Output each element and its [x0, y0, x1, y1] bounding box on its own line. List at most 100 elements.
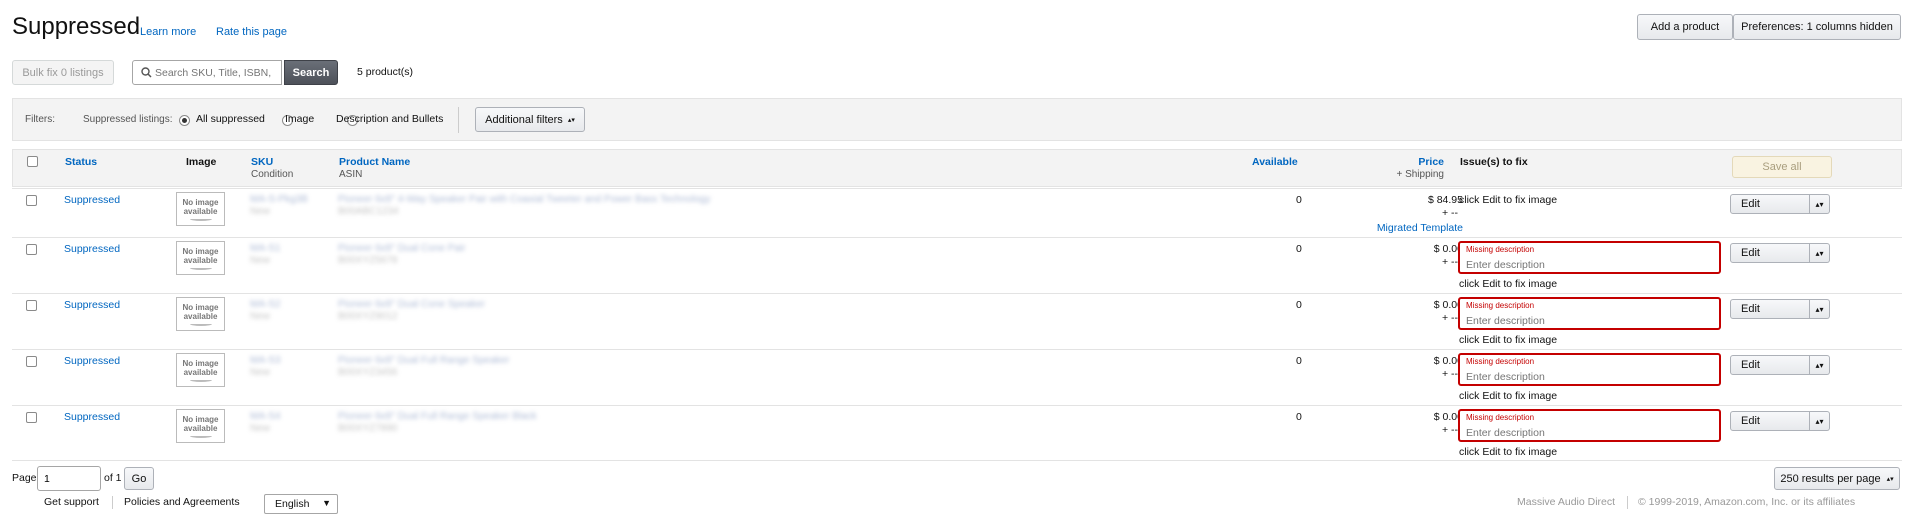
row-checkbox[interactable]	[26, 244, 37, 255]
sort-arrows-icon: ▴▾	[1815, 199, 1824, 209]
col-available[interactable]: Available	[1252, 156, 1298, 168]
col-product-name[interactable]: Product Name	[339, 156, 410, 168]
row-status-link[interactable]: Suppressed	[64, 243, 120, 255]
additional-filters-button[interactable]: Additional filters ▴▾	[475, 107, 585, 132]
col-condition: Condition	[251, 169, 294, 180]
row-status-link[interactable]: Suppressed	[64, 299, 120, 311]
language-select[interactable]: English ▼	[264, 494, 338, 514]
edit-button[interactable]: Edit	[1730, 243, 1810, 263]
sort-arrows-icon: ▴▾	[1815, 248, 1824, 258]
row-status-link[interactable]: Suppressed	[64, 194, 120, 206]
row-sku[interactable]: MA-S4	[250, 411, 281, 422]
row-edit-group: Edit ▴▾	[1730, 411, 1830, 431]
col-sku[interactable]: SKU	[251, 156, 273, 168]
row-checkbox[interactable]	[26, 195, 37, 206]
row-product-name[interactable]: Pioneer 6x9" 4-Way Speaker Pair with Coa…	[338, 194, 710, 205]
save-all-button[interactable]: Save all	[1732, 156, 1832, 178]
row-condition: New	[250, 311, 271, 322]
filters-divider	[458, 107, 459, 133]
policies-link[interactable]: Policies and Agreements	[124, 496, 240, 508]
get-support-link[interactable]: Get support	[44, 496, 99, 508]
missing-description-field[interactable]: Missing description	[1458, 409, 1721, 442]
row-edit-group: Edit ▴▾	[1730, 355, 1830, 375]
row-asin: B00XYZ9012	[338, 311, 398, 322]
col-shipping: + Shipping	[1396, 169, 1444, 180]
col-asin: ASIN	[339, 169, 363, 180]
search-button[interactable]: Search	[284, 60, 338, 85]
row-status-link[interactable]: Suppressed	[64, 411, 120, 423]
row-available: 0	[1296, 243, 1302, 255]
edit-button[interactable]: Edit	[1730, 355, 1810, 375]
row-edit-group: Edit ▴▾	[1730, 299, 1830, 319]
missing-description-field[interactable]: Missing description	[1458, 353, 1721, 386]
radio-description-bullets-label[interactable]: Description and Bullets	[336, 113, 443, 125]
sort-arrows-icon: ▴▾	[1815, 304, 1824, 314]
description-input[interactable]	[1466, 315, 1706, 327]
bulk-fix-button[interactable]: Bulk fix 0 listings	[12, 60, 114, 85]
row-product-name[interactable]: Pioneer 6x9" Dual Cone Speaker	[338, 299, 485, 310]
edit-menu-button[interactable]: ▴▾	[1810, 411, 1830, 431]
row-product-name[interactable]: Pioneer 6x9" Dual Cone Pair	[338, 243, 466, 254]
edit-button[interactable]: Edit	[1730, 411, 1810, 431]
edit-menu-button[interactable]: ▴▾	[1810, 243, 1830, 263]
row-checkbox[interactable]	[26, 412, 37, 423]
edit-button[interactable]: Edit	[1730, 299, 1810, 319]
description-input[interactable]	[1466, 371, 1706, 383]
row-issue: click Edit to fix image	[1459, 446, 1558, 458]
page-of-label: of 1	[104, 472, 122, 484]
select-all-checkbox[interactable]	[27, 156, 38, 167]
missing-description-label: Missing description	[1466, 301, 1535, 310]
table-row: Suppressed No image available MA-S1 New P…	[12, 237, 1902, 293]
radio-all-suppressed[interactable]	[179, 114, 190, 126]
learn-more-link[interactable]: Learn more	[140, 26, 196, 38]
no-image-placeholder: No image available	[176, 192, 225, 226]
missing-description-field[interactable]: Missing description	[1458, 297, 1721, 330]
description-input[interactable]	[1466, 427, 1706, 439]
radio-all-suppressed-label[interactable]: All suppressed	[196, 113, 265, 125]
description-input[interactable]	[1466, 259, 1706, 271]
seller-name: Massive Audio Direct	[1517, 496, 1616, 508]
row-sku[interactable]: MA-S-Pkg3B	[250, 194, 308, 205]
migrated-template-link[interactable]: Migrated Template	[1377, 222, 1463, 234]
radio-image-label[interactable]: Image	[285, 113, 314, 125]
col-status[interactable]: Status	[65, 156, 97, 168]
row-product-name[interactable]: Pioneer 6x9" Dual Full Range Speaker	[338, 355, 509, 366]
filters-bar: Filters: Suppressed listings: All suppre…	[12, 98, 1902, 141]
no-image-placeholder: No image available	[176, 241, 225, 275]
row-available: 0	[1296, 411, 1302, 423]
copyright: © 1999-2019, Amazon.com, Inc. or its aff…	[1638, 496, 1856, 508]
edit-button[interactable]: Edit	[1730, 194, 1810, 214]
search-input[interactable]	[155, 65, 279, 81]
row-checkbox[interactable]	[26, 300, 37, 311]
footer-separator	[1627, 496, 1628, 509]
no-image-placeholder: No image available	[176, 409, 225, 443]
page-title: Suppressed	[12, 13, 141, 40]
row-checkbox[interactable]	[26, 356, 37, 367]
rate-page-link[interactable]: Rate this page	[216, 26, 287, 38]
table-row: Suppressed No image available MA-S-Pkg3B …	[12, 188, 1902, 236]
row-shipping: + --	[1441, 368, 1458, 380]
edit-menu-button[interactable]: ▴▾	[1810, 194, 1830, 214]
row-status-link[interactable]: Suppressed	[64, 355, 120, 367]
search-box[interactable]	[132, 60, 282, 85]
row-asin: B00XYZ3456	[338, 367, 398, 378]
page-number-input[interactable]	[37, 466, 101, 491]
footer-separator	[112, 496, 113, 509]
col-price[interactable]: Price	[1418, 156, 1444, 168]
row-asin: B00XYZ5678	[338, 255, 398, 266]
edit-menu-button[interactable]: ▴▾	[1810, 299, 1830, 319]
row-sku[interactable]: MA-S3	[250, 355, 281, 366]
preferences-button[interactable]: Preferences: 1 columns hidden	[1733, 14, 1901, 40]
row-sku[interactable]: MA-S2	[250, 299, 281, 310]
row-product-name[interactable]: Pioneer 6x9" Dual Full Range Speaker Bla…	[338, 411, 537, 422]
row-shipping: + --	[1441, 207, 1458, 219]
results-per-page-select[interactable]: 250 results per page ▴▾	[1774, 467, 1900, 490]
go-button[interactable]: Go	[124, 467, 154, 490]
row-available: 0	[1296, 299, 1302, 311]
row-sku[interactable]: MA-S1	[250, 243, 281, 254]
add-product-button[interactable]: Add a product	[1637, 14, 1733, 40]
edit-menu-button[interactable]: ▴▾	[1810, 355, 1830, 375]
missing-description-field[interactable]: Missing description	[1458, 241, 1721, 274]
row-condition: New	[250, 255, 271, 266]
row-issue: click Edit to fix image	[1459, 390, 1558, 402]
